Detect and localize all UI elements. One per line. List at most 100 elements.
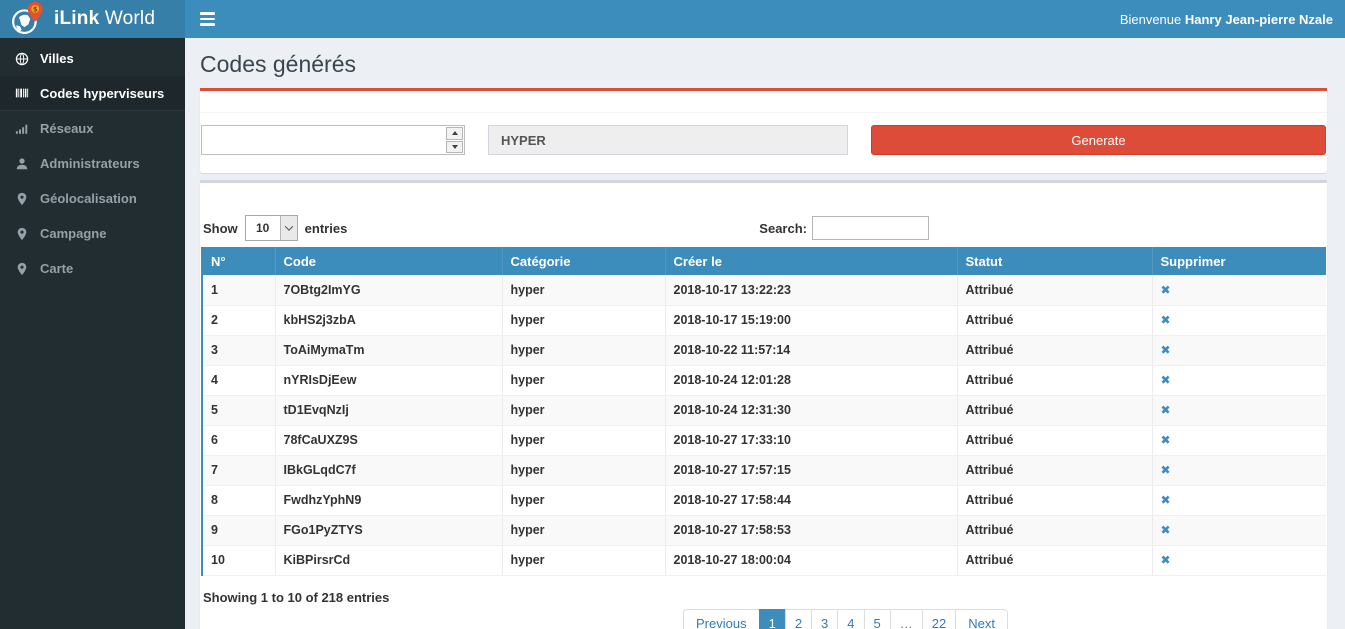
show-label: Show [203, 221, 238, 236]
cell-created: 2018-10-27 18:00:04 [665, 545, 957, 575]
cell-code: IBkGLqdC7f [275, 455, 502, 485]
cell-category: hyper [502, 335, 665, 365]
pagination-page-3[interactable]: 3 [811, 609, 838, 629]
delete-code-button[interactable]: ✖ [1161, 403, 1171, 417]
generator-box-header [200, 91, 1327, 113]
column-header-supprimer[interactable]: Supprimer [1152, 247, 1326, 275]
cell-created: 2018-10-17 13:22:23 [665, 275, 957, 305]
cell-created: 2018-10-24 12:01:28 [665, 365, 957, 395]
cell-created: 2018-10-27 17:58:44 [665, 485, 957, 515]
category-field [488, 125, 848, 155]
table-row: 9 FGo1PyZTYS hyper 2018-10-27 17:58:53 A… [202, 515, 1326, 545]
spin-down-button[interactable] [446, 141, 463, 154]
cell-code: tD1EvqNzIj [275, 395, 502, 425]
delete-code-button[interactable]: ✖ [1161, 343, 1171, 357]
table-row: 4 nYRIsDjEew hyper 2018-10-24 12:01:28 A… [202, 365, 1326, 395]
column-header-code[interactable]: Code [275, 247, 502, 275]
column-header-numero[interactable]: N° [202, 247, 275, 275]
column-header-statut[interactable]: Statut [957, 247, 1152, 275]
sidebar-item-label: Réseaux [40, 121, 93, 136]
cell-code: 7OBtg2ImYG [275, 275, 502, 305]
sidebar-toggle-button[interactable] [185, 0, 230, 38]
cell-status: Attribué [957, 395, 1152, 425]
cell-category: hyper [502, 515, 665, 545]
navbar: Bienvenue Hanry Jean-pierre Nzale [185, 0, 1345, 38]
column-header-categorie[interactable]: Catégorie [502, 247, 665, 275]
cell-created: 2018-10-24 12:31:30 [665, 395, 957, 425]
page-length-select[interactable]: 10 [245, 215, 298, 241]
cell-status: Attribué [957, 485, 1152, 515]
ilink-globe-pin-logo: $ [10, 1, 46, 37]
generate-button[interactable]: Generate [871, 125, 1326, 155]
signal-icon [14, 121, 29, 136]
cell-created: 2018-10-27 17:33:10 [665, 425, 957, 455]
spin-up-button[interactable] [446, 127, 463, 140]
page-title: Codes générés [200, 51, 1327, 78]
column-header-creer-le[interactable]: Créer le [665, 247, 957, 275]
hamburger-icon [200, 12, 215, 25]
pagination-next-button[interactable]: Next [955, 609, 1008, 629]
search-input[interactable] [812, 216, 929, 240]
cell-status: Attribué [957, 365, 1152, 395]
cell-status: Attribué [957, 455, 1152, 485]
cell-code: nYRIsDjEew [275, 365, 502, 395]
sidebar-item-codes-hyperviseurs[interactable]: Codes hyperviseurs [0, 76, 185, 111]
table-row: 7 IBkGLqdC7f hyper 2018-10-27 17:57:15 A… [202, 455, 1326, 485]
spinner-buttons [446, 127, 463, 153]
map-marker-icon [14, 191, 29, 206]
table-row: 1 7OBtg2ImYG hyper 2018-10-17 13:22:23 A… [202, 275, 1326, 305]
table-row: 2 kbHS2j3zbA hyper 2018-10-17 15:19:00 A… [202, 305, 1326, 335]
brand-logo-area[interactable]: $ iLink World [0, 0, 185, 38]
sidebar-item-reseaux[interactable]: Réseaux [0, 111, 185, 146]
main-content: Codes générés Generate Show [185, 38, 1345, 629]
pagination-previous-button[interactable]: Previous [683, 609, 760, 629]
pagination-page-1[interactable]: 1 [759, 609, 786, 629]
pagination-page-4[interactable]: 4 [837, 609, 864, 629]
select-dropdown-area [280, 216, 297, 240]
delete-code-button[interactable]: ✖ [1161, 553, 1171, 567]
entries-label: entries [305, 221, 348, 236]
table-header-row: N° Code Catégorie Créer le Statut Suppri… [202, 247, 1326, 275]
cell-num: 10 [202, 545, 275, 575]
barcode-icon [14, 86, 29, 101]
codes-table: N° Code Catégorie Créer le Statut Suppri… [201, 247, 1326, 576]
sidebar-item-administrateurs[interactable]: Administrateurs [0, 146, 185, 181]
delete-code-button[interactable]: ✖ [1161, 283, 1171, 297]
sidebar-item-villes[interactable]: Villes [0, 41, 185, 76]
pagination-page-22[interactable]: 22 [922, 609, 956, 629]
search-label: Search: [759, 221, 807, 236]
cell-status: Attribué [957, 425, 1152, 455]
delete-code-button[interactable]: ✖ [1161, 493, 1171, 507]
cell-category: hyper [502, 305, 665, 335]
cell-category: hyper [502, 425, 665, 455]
cell-created: 2018-10-27 17:57:15 [665, 455, 957, 485]
cell-category: hyper [502, 365, 665, 395]
sidebar-item-label: Carte [40, 261, 73, 276]
quantity-input[interactable] [201, 125, 465, 155]
cell-num: 7 [202, 455, 275, 485]
delete-code-button[interactable]: ✖ [1161, 433, 1171, 447]
delete-code-button[interactable]: ✖ [1161, 373, 1171, 387]
sidebar-item-carte[interactable]: Carte [0, 251, 185, 286]
svg-text:$: $ [33, 5, 38, 13]
cell-num: 6 [202, 425, 275, 455]
table-row: 10 KiBPirsrCd hyper 2018-10-27 18:00:04 … [202, 545, 1326, 575]
pagination-page-5[interactable]: 5 [864, 609, 891, 629]
sidebar-item-campagne[interactable]: Campagne [0, 216, 185, 251]
pagination-page-2[interactable]: 2 [785, 609, 812, 629]
delete-code-button[interactable]: ✖ [1161, 463, 1171, 477]
cell-num: 3 [202, 335, 275, 365]
delete-code-button[interactable]: ✖ [1161, 523, 1171, 537]
cell-code: 78fCaUXZ9S [275, 425, 502, 455]
cell-category: hyper [502, 545, 665, 575]
cell-code: FwdhzYphN9 [275, 485, 502, 515]
pagination: Previous 1 2 3 4 5 … 22 Next [683, 609, 1008, 629]
cell-code: kbHS2j3zbA [275, 305, 502, 335]
app-title: iLink World [54, 8, 155, 30]
cell-num: 8 [202, 485, 275, 515]
search-control: Search: [759, 216, 929, 240]
delete-code-button[interactable]: ✖ [1161, 313, 1171, 327]
sidebar-item-geolocalisation[interactable]: Géolocalisation [0, 181, 185, 216]
cell-status: Attribué [957, 545, 1152, 575]
sidebar: Villes Codes hyperviseurs Réseaux Admini… [0, 38, 185, 629]
